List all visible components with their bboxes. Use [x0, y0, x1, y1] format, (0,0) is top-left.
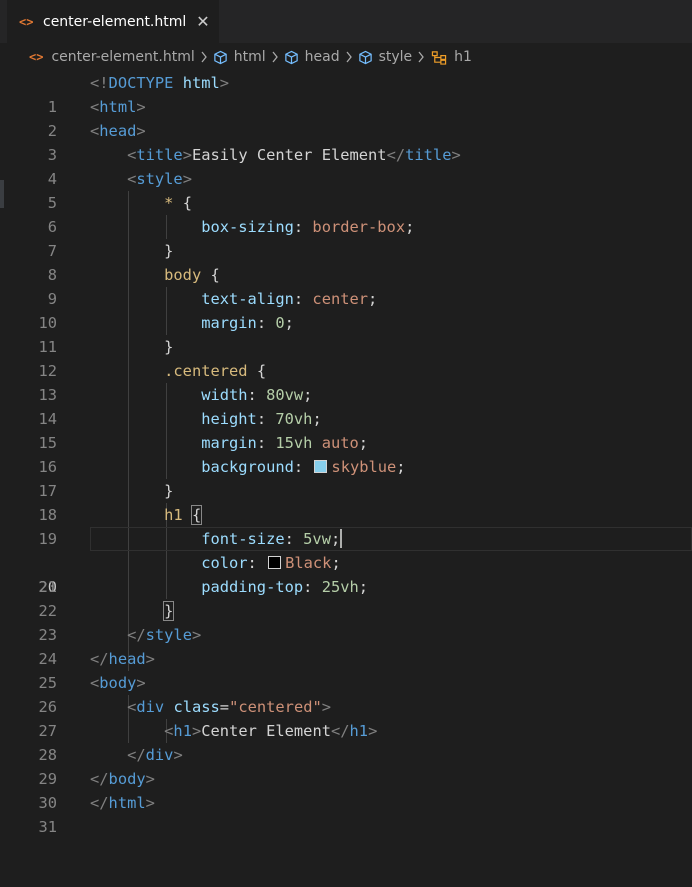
code-line[interactable]: 25 </head> [0, 647, 692, 692]
line-content: </head> [90, 650, 155, 668]
color-swatch-black[interactable] [268, 556, 282, 569]
line-content: body { [164, 266, 220, 284]
code-line[interactable]: 22 padding-top: 25vh; [0, 575, 692, 620]
line-content: <title>Easily Center Element</title> [127, 146, 461, 164]
color-swatch-skyblue[interactable] [314, 460, 328, 473]
symbol-structure-icon [431, 50, 447, 65]
breadcrumb-h1[interactable]: h1 [430, 49, 472, 65]
breadcrumb-html[interactable]: html [213, 49, 266, 65]
code-line[interactable]: 19 h1 { [0, 503, 692, 548]
code-line[interactable]: 30 </body> [0, 767, 692, 812]
code-line[interactable]: 26 <body> [0, 671, 692, 716]
breadcrumb-style[interactable]: style [358, 49, 413, 65]
line-content: <html> [90, 98, 146, 116]
code-line[interactable]: 31 </html> [0, 791, 692, 836]
line-content: </body> [90, 770, 155, 788]
breadcrumb-label: style [378, 49, 413, 65]
breadcrumb-head[interactable]: head [284, 49, 340, 65]
line-content: <style> [127, 170, 192, 188]
breadcrumb-label: head [304, 49, 340, 65]
code-line[interactable]: 5 <style> [0, 167, 692, 212]
line-content: h1 { [164, 505, 203, 525]
code-line[interactable]: 28 <h1>Center Element</h1> [0, 719, 692, 764]
line-content: </div> [127, 746, 183, 764]
breadcrumb-file[interactable]: <> center-element.html [29, 49, 195, 65]
line-content: margin: 0; [201, 314, 294, 332]
line-content: </html> [90, 794, 155, 812]
tab-center-element-html[interactable]: <> center-element.html ✕ [7, 0, 219, 43]
symbol-cube-icon [284, 50, 298, 64]
chevron-right-icon [417, 51, 425, 63]
line-content: <h1>Center Element</h1> [164, 722, 378, 740]
code-line[interactable]: 4 <title>Easily Center Element</title> [0, 143, 692, 188]
line-content: } [164, 338, 174, 356]
line-content: font-size: 5vw; [201, 529, 343, 548]
code-line[interactable]: 8 } [0, 239, 692, 284]
tab-label: center-element.html [43, 13, 187, 30]
code-line[interactable]: 23 } [0, 599, 692, 644]
chevron-right-icon [271, 51, 279, 63]
line-content: width: 80vw; [201, 386, 313, 404]
line-content: <body> [90, 674, 146, 692]
chevron-right-icon [345, 51, 353, 63]
code-line[interactable]: 27 <div class="centered"> [0, 695, 692, 740]
line-content: margin: 15vh auto; [201, 434, 369, 452]
code-line[interactable]: 3 <head> [0, 119, 692, 164]
code-line[interactable]: 6 * { [0, 191, 692, 236]
line-content: } [164, 242, 174, 260]
line-number: 31 [38, 818, 57, 836]
code-line-active[interactable]: 20 font-size: 5vw; [0, 527, 692, 596]
line-content: padding-top: 25vh; [201, 578, 369, 596]
line-content: .centered { [164, 362, 267, 380]
html-file-icon: <> [19, 14, 34, 29]
line-content: </style> [127, 626, 202, 644]
line-content: <!DOCTYPE html> [90, 74, 230, 92]
breadcrumb: <> center-element.html html head style h… [0, 43, 692, 71]
code-line[interactable]: 7 box-sizing: border-box; [0, 215, 692, 260]
breadcrumb-label: center-element.html [51, 49, 195, 65]
line-content: text-align: center; [201, 290, 378, 308]
breadcrumb-label: html [233, 49, 266, 65]
line-content: } [164, 482, 174, 500]
line-content: * { [164, 194, 192, 212]
code-line[interactable]: 11 margin: 0; [0, 311, 692, 356]
line-content: box-sizing: border-box; [201, 218, 415, 236]
tab-bar: <> center-element.html ✕ [0, 0, 692, 43]
code-line[interactable]: 9 body { [0, 263, 692, 308]
symbol-cube-icon [358, 50, 372, 64]
code-line[interactable]: 17 background: skyblue; [0, 455, 692, 500]
code-line[interactable]: 29 </div> [0, 743, 692, 788]
code-editor[interactable]: 1 <!DOCTYPE html> 2 <html> 3 <head> 4 <t… [0, 71, 692, 836]
code-line[interactable]: 15 height: 70vh; [0, 407, 692, 452]
text-cursor [340, 529, 343, 548]
line-content: } [163, 601, 175, 621]
code-line[interactable]: 21 color: Black; [0, 551, 692, 596]
html-file-icon: <> [29, 50, 44, 64]
line-content: height: 70vh; [201, 410, 322, 428]
breadcrumb-label: h1 [454, 49, 472, 65]
code-line[interactable]: 13 .centered { [0, 359, 692, 404]
chevron-right-icon [200, 51, 208, 63]
code-line[interactable]: 18 } [0, 479, 692, 524]
line-content: <head> [90, 122, 146, 140]
symbol-cube-icon [214, 50, 227, 64]
vscode-editor-window: <> center-element.html ✕ <> center-eleme… [0, 0, 692, 836]
code-line[interactable]: 24 </style> [0, 623, 692, 668]
code-line[interactable]: 2 <html> [0, 95, 692, 140]
line-content: <div class="centered"> [127, 698, 332, 716]
code-line[interactable]: 16 margin: 15vh auto; [0, 431, 692, 476]
code-line[interactable]: 12 } [0, 335, 692, 380]
code-line[interactable]: 14 width: 80vw; [0, 383, 692, 428]
code-line[interactable]: 1 <!DOCTYPE html> [0, 71, 692, 116]
line-content: background: skyblue; [201, 458, 406, 476]
code-line[interactable]: 10 text-align: center; [0, 287, 692, 332]
line-content: color: Black; [201, 554, 341, 572]
close-icon[interactable]: ✕ [196, 12, 209, 31]
